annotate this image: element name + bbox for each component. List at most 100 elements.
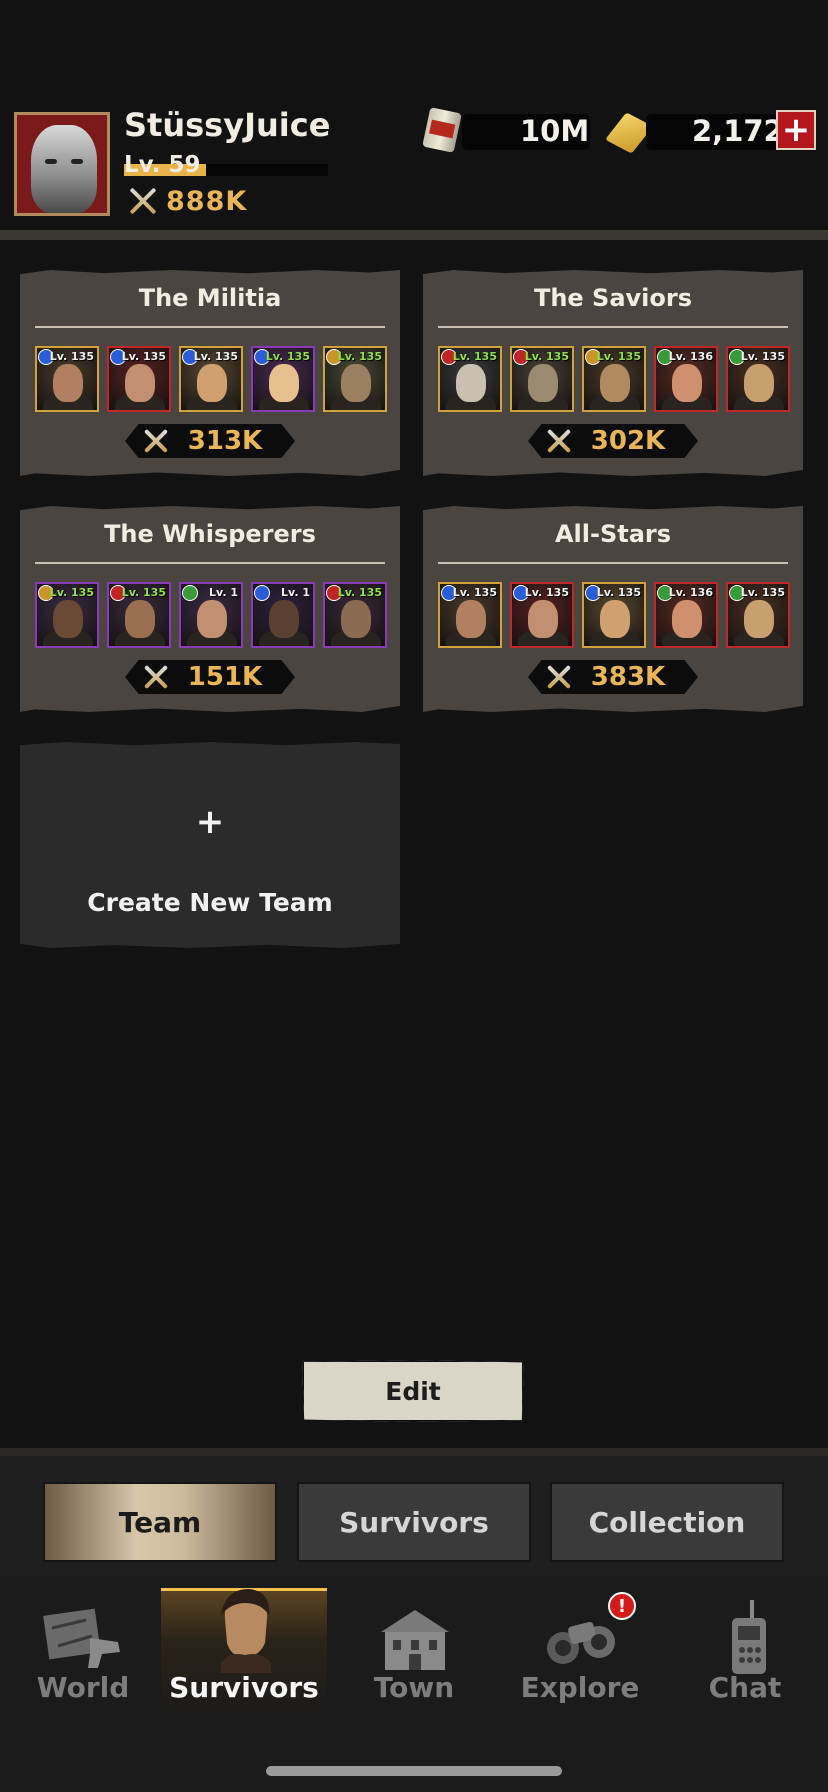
- survivor-portrait[interactable]: Lv. 135: [35, 582, 99, 648]
- portrait-face: [456, 364, 486, 402]
- survivor-level: Lv. 135: [193, 350, 238, 363]
- portrait-face: [672, 364, 702, 402]
- portrait-face: [744, 364, 774, 402]
- faction-emblem-icon: [254, 585, 270, 601]
- nav-label: World: [36, 1671, 130, 1704]
- portrait-face: [197, 600, 227, 638]
- survivor-level: Lv. 136: [668, 586, 713, 599]
- create-new-team-label: Create New Team: [87, 888, 333, 917]
- nav-survivors[interactable]: Survivors: [161, 1588, 327, 1718]
- survivor-level: Lv. 135: [452, 586, 497, 599]
- survivor-portrait[interactable]: Lv. 135: [179, 346, 243, 412]
- survivor-level: Lv. 135: [740, 350, 785, 363]
- portrait-face: [744, 600, 774, 638]
- survivor-portrait[interactable]: Lv. 135: [582, 582, 646, 648]
- survivor-level: Lv. 135: [596, 586, 641, 599]
- survivor-level: Lv. 135: [524, 350, 569, 363]
- nav-explore[interactable]: Explore: [497, 1588, 663, 1718]
- team-divider: [35, 326, 385, 328]
- portrait-face: [197, 364, 227, 402]
- portrait-face: [125, 600, 155, 638]
- team-members: Lv. 135 Lv. 135 Lv. 135 Lv. 136 Lv. 135: [438, 346, 790, 412]
- crossed-swords-icon: [544, 426, 574, 456]
- team-power-badge: 313K: [125, 424, 295, 458]
- survivor-portrait[interactable]: Lv. 1: [179, 582, 243, 648]
- survivor-portrait[interactable]: Lv. 135: [107, 582, 171, 648]
- team-card[interactable]: The Militia Lv. 135 Lv. 135 Lv. 135 Lv. 135…: [20, 270, 400, 476]
- survivor-portrait[interactable]: Lv. 136: [654, 346, 718, 412]
- survivor-portrait[interactable]: Lv. 135: [323, 582, 387, 648]
- survivor-level: Lv. 135: [337, 350, 382, 363]
- edit-button[interactable]: Edit: [302, 1360, 524, 1422]
- currency-can-value: 10M: [520, 114, 590, 148]
- portrait-face: [269, 600, 299, 638]
- team-name: The Militia: [138, 284, 282, 312]
- portrait-face: [600, 364, 630, 402]
- currency-gold: 2,172: [620, 108, 784, 154]
- nav-label: Town: [373, 1671, 455, 1704]
- crossed-swords-icon: [141, 662, 171, 692]
- tab-survivors[interactable]: Survivors: [297, 1482, 531, 1562]
- survivor-portrait[interactable]: Lv. 135: [510, 346, 574, 412]
- player-level: Lv. 59: [124, 152, 201, 178]
- team-power-value: 313K: [187, 426, 263, 456]
- player-name: StüssyJuice: [124, 106, 331, 144]
- currency-gold-value: 2,172: [692, 114, 784, 148]
- crossed-swords-icon: [544, 662, 574, 692]
- portrait-face: [528, 364, 558, 402]
- team-power-value: 383K: [590, 662, 666, 692]
- survivor-portrait[interactable]: Lv. 135: [582, 346, 646, 412]
- survivor-portrait[interactable]: Lv. 136: [654, 582, 718, 648]
- avatar-eye-left: [45, 159, 57, 164]
- portrait-face: [456, 600, 486, 638]
- survivor-level: Lv. 1: [209, 586, 238, 599]
- team-card[interactable]: All-Stars Lv. 135 Lv. 135 Lv. 135 Lv. 136 Lv…: [423, 506, 803, 712]
- team-members: Lv. 135 Lv. 135 Lv. 135 Lv. 136 Lv. 135: [438, 582, 790, 648]
- survivor-portrait[interactable]: Lv. 135: [323, 346, 387, 412]
- survivor-portrait[interactable]: Lv. 1: [251, 582, 315, 648]
- team-members: Lv. 135 Lv. 135 Lv. 1 Lv. 1 Lv. 135: [35, 582, 387, 648]
- portrait-face: [269, 364, 299, 402]
- team-power-value: 302K: [590, 426, 666, 456]
- team-card[interactable]: The Saviors Lv. 135 Lv. 135 Lv. 135 Lv. 136…: [423, 270, 803, 476]
- team-card[interactable]: The Whisperers Lv. 135 Lv. 135 Lv. 1 Lv. 1L…: [20, 506, 400, 712]
- portrait-face: [341, 364, 371, 402]
- survivor-portrait[interactable]: Lv. 135: [726, 346, 790, 412]
- survivor-portrait[interactable]: Lv. 135: [35, 346, 99, 412]
- survivor-portrait[interactable]: Lv. 135: [438, 346, 502, 412]
- survivor-level: Lv. 135: [596, 350, 641, 363]
- avatar-face: [31, 125, 97, 213]
- home-indicator[interactable]: [266, 1766, 562, 1776]
- portrait-face: [672, 600, 702, 638]
- survivor-portrait[interactable]: Lv. 135: [726, 582, 790, 648]
- explore-notification-badge: !: [608, 1592, 636, 1620]
- create-new-team-button[interactable]: + Create New Team: [20, 742, 400, 948]
- team-name: The Saviors: [533, 284, 693, 312]
- survivor-portrait[interactable]: Lv. 135: [438, 582, 502, 648]
- nav-town[interactable]: Town: [331, 1588, 497, 1718]
- survivor-portrait[interactable]: Lv. 135: [510, 582, 574, 648]
- survivor-portrait[interactable]: Lv. 135: [107, 346, 171, 412]
- player-avatar[interactable]: [14, 112, 110, 216]
- survivor-level: Lv. 135: [49, 586, 94, 599]
- add-currency-button[interactable]: +: [776, 110, 816, 150]
- nav-world[interactable]: World: [0, 1588, 166, 1718]
- team-power-badge: 383K: [528, 660, 698, 694]
- survivor-level: Lv. 135: [337, 586, 382, 599]
- portrait-face: [125, 364, 155, 402]
- survivor-level: Lv. 135: [121, 586, 166, 599]
- nav-chat[interactable]: Chat: [662, 1588, 828, 1718]
- team-members: Lv. 135 Lv. 135 Lv. 135 Lv. 135 Lv. 135: [35, 346, 387, 412]
- portrait-face: [600, 600, 630, 638]
- nav-label: Chat: [708, 1671, 782, 1704]
- faction-emblem-icon: [182, 585, 198, 601]
- tab-team[interactable]: Team: [43, 1482, 277, 1562]
- town-icon: [381, 1610, 449, 1670]
- survivor-level: Lv. 135: [524, 586, 569, 599]
- tab-collection[interactable]: Collection: [550, 1482, 784, 1562]
- survivors-icon: [221, 1589, 271, 1673]
- crossed-swords-icon: [126, 184, 160, 218]
- survivor-portrait[interactable]: Lv. 135: [251, 346, 315, 412]
- plus-icon: +: [781, 110, 811, 150]
- survivor-level: Lv. 135: [740, 586, 785, 599]
